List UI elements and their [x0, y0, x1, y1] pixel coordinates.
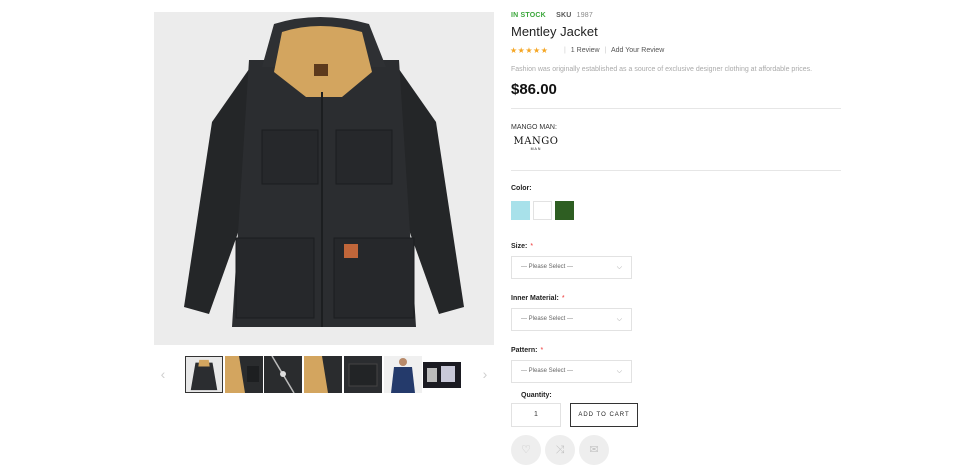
inner-material-label: Inner Material: * [511, 295, 565, 302]
jacket-image [154, 12, 494, 345]
product-description: Fashion was originally established as a … [511, 66, 813, 73]
add-review-link[interactable]: Add Your Review [611, 47, 664, 54]
rating-stars: ★★★★★ [510, 46, 549, 55]
thumbnail-pocket-detail[interactable] [344, 356, 382, 393]
color-swatch-white[interactable] [533, 201, 552, 220]
thumbnail-fur-lining[interactable] [304, 356, 342, 393]
pattern-label: Pattern: * [511, 347, 544, 354]
sku-value: 1987 [576, 12, 593, 19]
quantity-label: Quantity: [521, 392, 552, 399]
brand-logo[interactable]: MANGO MAN [511, 137, 561, 152]
product-price: $86.00 [511, 81, 557, 98]
review-info: | 1 Review | Add Your Review [564, 47, 665, 54]
sku-label: SKU [556, 12, 572, 19]
thumbnail-model-navy[interactable] [384, 356, 422, 393]
main-product-image[interactable] [154, 12, 494, 345]
thumbnail-video-preview[interactable] [423, 356, 461, 393]
chevron-down-icon: ⌵ [616, 316, 622, 323]
thumbnail-zipper-detail[interactable] [264, 356, 302, 393]
inner-material-select[interactable]: --- Please Select --- ⌵ [511, 308, 632, 331]
thumbnail-strip: ‹ › [154, 354, 494, 396]
color-swatch-green[interactable] [555, 201, 574, 220]
quantity-input[interactable]: 1 [511, 403, 561, 427]
color-label: Color: [511, 185, 532, 192]
thumbnail-jacket-front[interactable] [185, 356, 223, 393]
review-count-link[interactable]: 1 Review [571, 47, 600, 54]
chevron-left-icon[interactable]: ‹ [156, 364, 170, 384]
heart-icon[interactable]: ♡ [511, 435, 541, 465]
color-swatch-light-blue[interactable] [511, 201, 530, 220]
pattern-select[interactable]: --- Please Select --- ⌵ [511, 360, 632, 383]
size-select[interactable]: --- Please Select --- ⌵ [511, 256, 632, 279]
thumbnail-fabric-detail[interactable] [225, 356, 263, 393]
brand-label: MANGO MAN: [511, 124, 557, 131]
stock-status: IN STOCK [511, 12, 546, 19]
envelope-icon[interactable]: ✉ [579, 435, 609, 465]
divider [511, 108, 841, 109]
chevron-down-icon: ⌵ [616, 264, 622, 271]
product-title: Mentley Jacket [511, 24, 598, 39]
chevron-down-icon: ⌵ [616, 368, 622, 375]
shuffle-icon[interactable]: ⤨ [545, 435, 575, 465]
stock-line: IN STOCK SKU 1987 [511, 12, 593, 19]
chevron-right-icon[interactable]: › [478, 364, 492, 384]
size-label: Size: * [511, 243, 534, 250]
divider [511, 170, 841, 171]
add-to-cart-button[interactable]: ADD TO CART [570, 403, 638, 427]
